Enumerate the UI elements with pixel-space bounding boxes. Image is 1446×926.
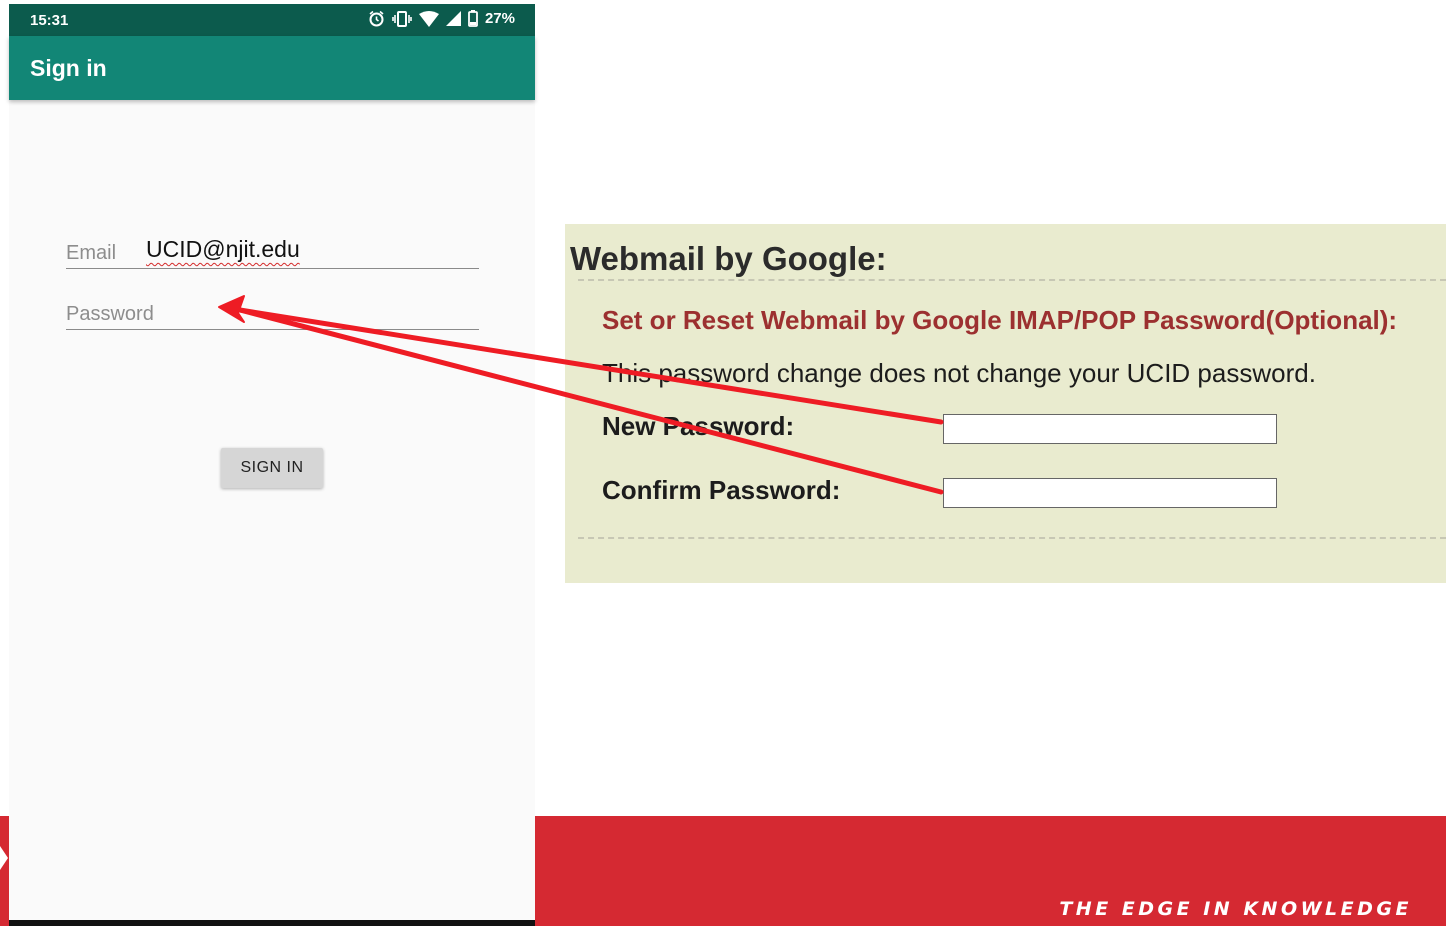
new-password-input[interactable] (943, 414, 1277, 444)
phone-screen: 15:31 27% Sign in Email UCID@njit.edu Pa… (9, 4, 535, 922)
divider (578, 537, 1446, 539)
email-field[interactable]: Email UCID@njit.edu (66, 232, 479, 269)
footer-tagline: THE EDGE IN KNOWLEDGE (1059, 898, 1412, 920)
battery-icon (468, 10, 478, 27)
status-bar: 15:31 27% (9, 4, 535, 36)
panel-subheading: Set or Reset Webmail by Google IMAP/POP … (602, 305, 1398, 335)
sign-in-button[interactable]: SIGN IN (221, 448, 323, 488)
status-icons: 27% (368, 10, 515, 27)
new-password-label: New Password: (602, 411, 795, 441)
webmail-panel: Webmail by Google: Set or Reset Webmail … (565, 224, 1446, 583)
app-bar: Sign in (9, 36, 535, 100)
phone-bottom-edge (9, 920, 535, 926)
panel-heading: Webmail by Google: (570, 240, 887, 277)
app-bar-title: Sign in (30, 55, 107, 81)
email-value[interactable]: UCID@njit.edu (146, 236, 300, 263)
password-label: Password (66, 303, 154, 325)
alarm-icon (369, 10, 384, 27)
panel-note: This password change does not change you… (602, 358, 1316, 388)
signal-icon (445, 11, 461, 26)
status-time: 15:31 (30, 12, 69, 29)
email-label: Email (66, 242, 117, 264)
battery-percent: 27% (484, 10, 515, 27)
wifi-icon (418, 10, 439, 27)
confirm-password-label: Confirm Password: (602, 475, 841, 505)
divider (578, 279, 1446, 281)
vibrate-icon (392, 10, 412, 27)
password-field[interactable]: Password (66, 294, 479, 330)
confirm-password-input[interactable] (943, 478, 1277, 508)
